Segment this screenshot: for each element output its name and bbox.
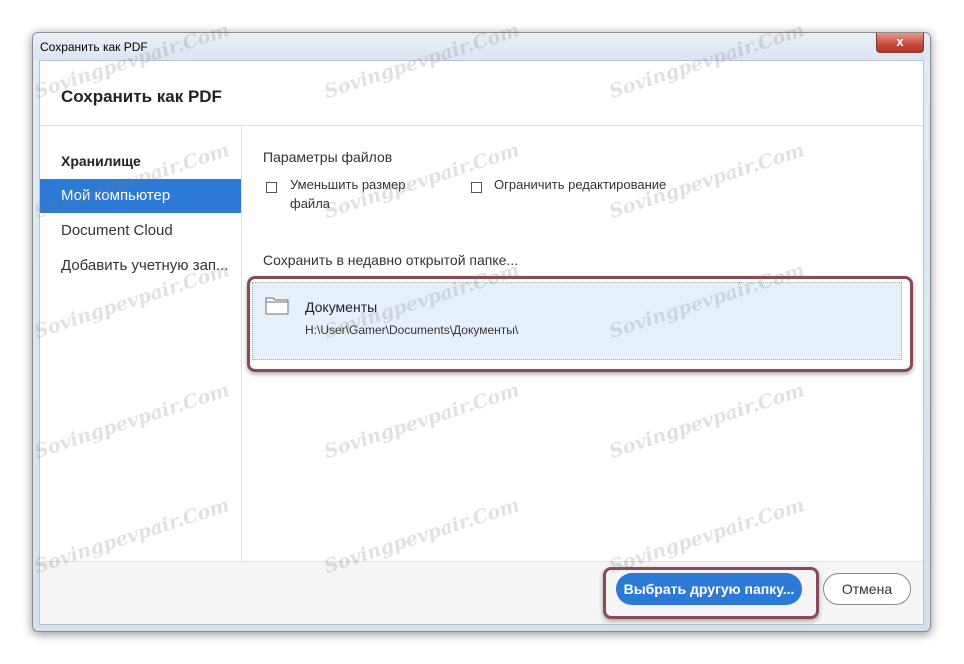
restrict-editing-label: Ограничить редактирование	[494, 177, 667, 192]
folder-icon	[265, 295, 289, 320]
close-icon: x	[896, 34, 904, 49]
close-button[interactable]: x	[876, 33, 924, 53]
file-options-title: Параметры файлов	[263, 149, 393, 165]
save-as-pdf-dialog: Сохранить как PDF x Сохранить как PDF Хр…	[32, 32, 931, 632]
choose-other-folder-button[interactable]: Выбрать другую папку...	[616, 573, 802, 605]
recent-folder-name: Документы	[305, 299, 378, 315]
dialog-content: Сохранить как PDF Хранилище Мой компьюте…	[39, 60, 924, 625]
reduce-size-label-line2: файла	[290, 196, 331, 211]
dialog-header: Сохранить как PDF	[40, 61, 923, 126]
reduce-size-label-line1: Уменьшить размер	[290, 177, 406, 192]
storage-sidebar: Хранилище Мой компьютер Document Cloud Д…	[40, 126, 242, 561]
reduce-size-checkbox[interactable]	[266, 182, 277, 193]
title-bar[interactable]: Сохранить как PDF x	[33, 33, 930, 60]
recent-folder-path: H:\User\Gamer\Documents\Документы\	[305, 323, 519, 337]
recent-folders-title: Сохранить в недавно открытой папке...	[263, 252, 519, 268]
restrict-editing-checkbox[interactable]	[471, 182, 482, 193]
recent-folder-item[interactable]: Документы H:\User\Gamer\Documents\Докуме…	[252, 282, 902, 360]
dialog-footer: Выбрать другую папку... Отмена	[40, 561, 923, 624]
sidebar-item-my-computer[interactable]: Мой компьютер	[40, 179, 241, 213]
sidebar-item-document-cloud[interactable]: Document Cloud	[40, 214, 241, 248]
cancel-button[interactable]: Отмена	[823, 573, 911, 605]
sidebar-item-add-account[interactable]: Добавить учетную зап...	[40, 249, 241, 283]
window-title: Сохранить как PDF	[40, 40, 148, 54]
page-title: Сохранить как PDF	[61, 87, 222, 106]
main-panel: Параметры файлов Уменьшить размер файла …	[242, 126, 923, 561]
sidebar-heading: Хранилище	[61, 153, 141, 169]
